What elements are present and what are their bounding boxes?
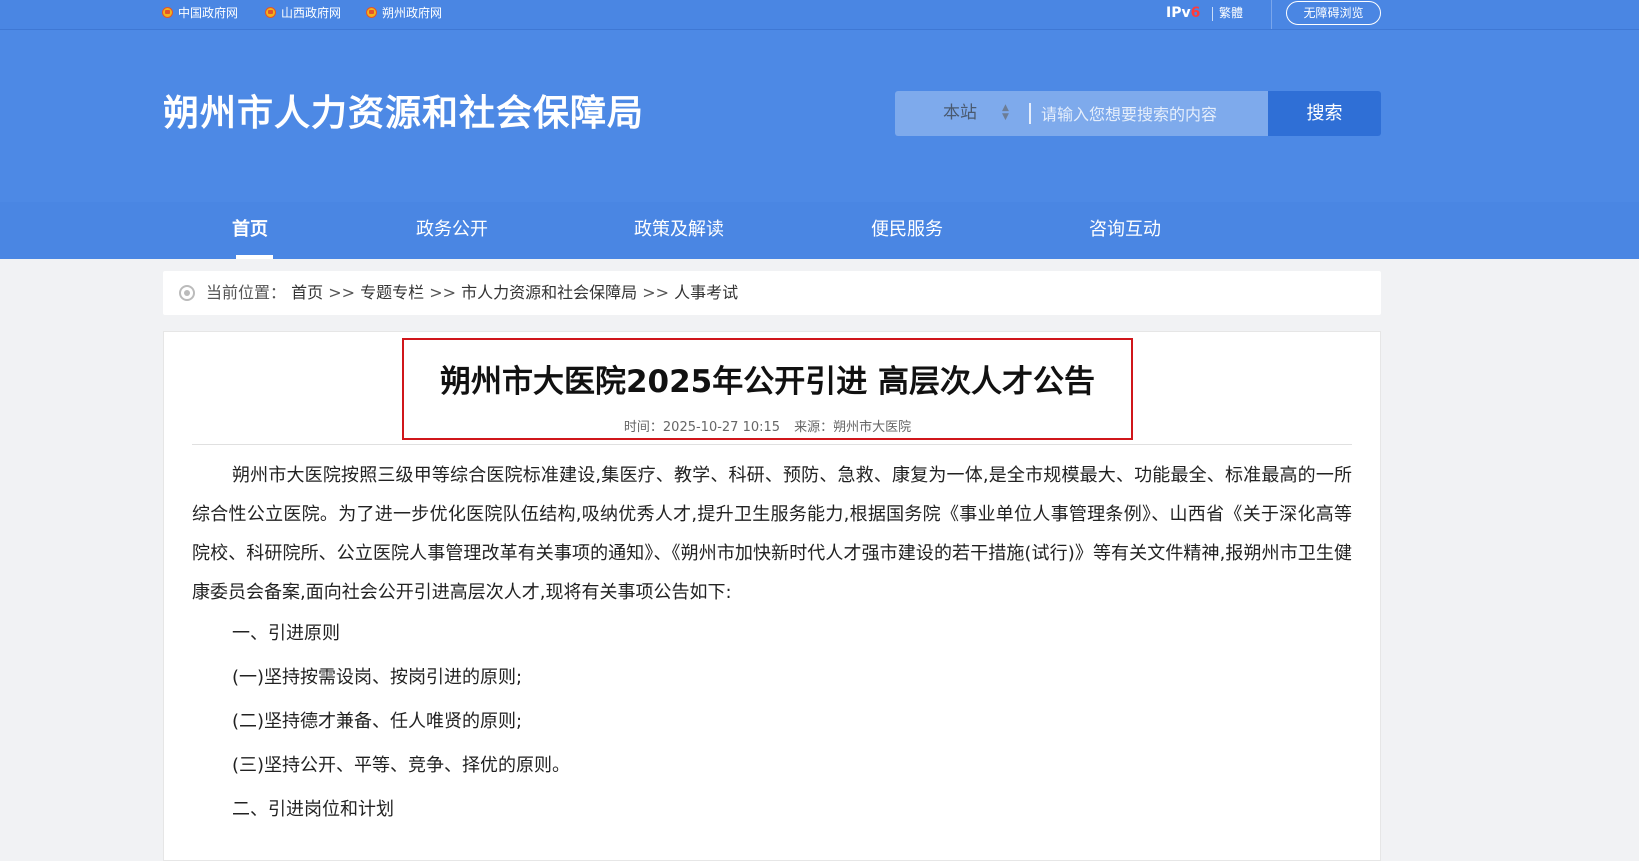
link-china-gov[interactable]: 中国政府网 [162,0,238,29]
link-shanxi-gov[interactable]: 山西政府网 [265,0,341,29]
article-title: 朔州市大医院2025年公开引进 高层次人才公告 [439,364,1096,400]
traditional-chinese-link[interactable]: 繁體 [1219,0,1243,27]
link-china-gov-label: 中国政府网 [178,6,239,20]
source-label: 来源： [794,420,834,435]
divider [1212,7,1213,21]
link-shuozhou-gov-label: 朔州政府网 [382,6,443,20]
time-label: 时间： [623,420,663,435]
breadcrumb: 当前位置： 首页 >> 专题专栏 >> 市人力资源和社会保障局 >> 人事考试 [163,271,1381,315]
breadcrumb-personnel-exam[interactable]: 人事考试 [674,283,738,302]
breadcrumb-separator-text: >> [642,283,670,302]
divider [1271,0,1272,29]
breadcrumb-label: 当前位置： [206,283,287,302]
nav-item-government-affairs[interactable]: 政务公开 [416,202,488,259]
active-nav-indicator [236,255,273,259]
updown-arrows-icon: ▲ ▼ [1002,103,1009,122]
link-shanxi-gov-label: 山西政府网 [281,6,342,20]
breadcrumb-special-column[interactable]: 专题专栏 [360,283,424,302]
section-heading: 二、引进岗位和计划 [232,799,394,820]
main-nav: 首页 政务公开 政策及解读 便民服务 咨询互动 [0,202,1639,259]
title-highlight-box: 朔州市大医院2025年公开引进 高层次人才公告 时间：2025-10-27 10… [402,338,1133,440]
nav-item-consultation[interactable]: 咨询互动 [1089,202,1161,259]
principle-item: (二)坚持德才兼备、任人唯贤的原则; [232,711,523,732]
title-divider [192,444,1352,445]
top-utility-bar: 中国政府网 山西政府网 朔州政府网 IPv6 繁體 无障碍浏览 [0,0,1639,30]
ipv6-suffix: 6 [1190,5,1201,21]
article-panel: 朔州市大医院2025年公开引进 高层次人才公告 时间：2025-10-27 10… [163,331,1381,861]
article-meta: 时间：2025-10-27 10:15 来源：朔州市大医院 [404,416,1131,435]
national-emblem-icon [366,7,377,18]
nav-item-services[interactable]: 便民服务 [871,202,943,259]
site-header: 朔州市人力资源和社会保障局 本站 ▲▼ 搜索 [0,30,1639,202]
breadcrumb-separator-text: >> [429,283,457,302]
principle-item: (一)坚持按需设岗、按岗引进的原则; [232,667,523,688]
breadcrumb-hrss-bureau[interactable]: 市人力资源和社会保障局 [461,283,637,302]
publish-time: 2025-10-27 10:15 [662,420,781,435]
nav-item-home[interactable]: 首页 [232,202,268,259]
national-emblem-icon [265,7,276,18]
breadcrumb-home[interactable]: 首页 [291,283,323,302]
breadcrumb-separator: >> [642,283,674,302]
site-title[interactable]: 朔州市人力资源和社会保障局 [163,84,644,136]
divider [1029,103,1031,124]
search-scope-label: 本站 [943,103,977,123]
search-input[interactable] [1039,91,1268,138]
national-emblem-icon [162,7,173,18]
breadcrumb-separator: >> [429,283,461,302]
location-icon [179,285,195,301]
intro-paragraph: 朔州市大医院按照三级甲等综合医院标准建设,集医疗、教学、科研、预防、急救、康复为… [192,465,1352,603]
principle-item: (三)坚持公开、平等、竞争、择优的原则。 [232,755,571,776]
breadcrumb-separator: >> [328,283,360,302]
nav-item-policy[interactable]: 政策及解读 [634,202,724,259]
breadcrumb-separator-text: >> [328,283,356,302]
accessibility-button[interactable]: 无障碍浏览 [1286,1,1381,25]
section-heading: 一、引进原则 [232,623,340,644]
search-button[interactable]: 搜索 [1268,91,1381,136]
link-shuozhou-gov[interactable]: 朔州政府网 [366,0,442,29]
breadcrumb-trail: 当前位置： 首页 >> 专题专栏 >> 市人力资源和社会保障局 >> 人事考试 [206,271,738,315]
ipv6-prefix: IPv [1166,5,1191,21]
article-body: 朔州市大医院按照三级甲等综合医院标准建设,集医疗、教学、科研、预防、急救、康复为… [192,456,1352,832]
search-box: 本站 ▲ ▼ [895,91,1268,138]
ipv6-badge: IPv6 [1166,0,1200,27]
article-source: 朔州市大医院 [833,420,912,435]
